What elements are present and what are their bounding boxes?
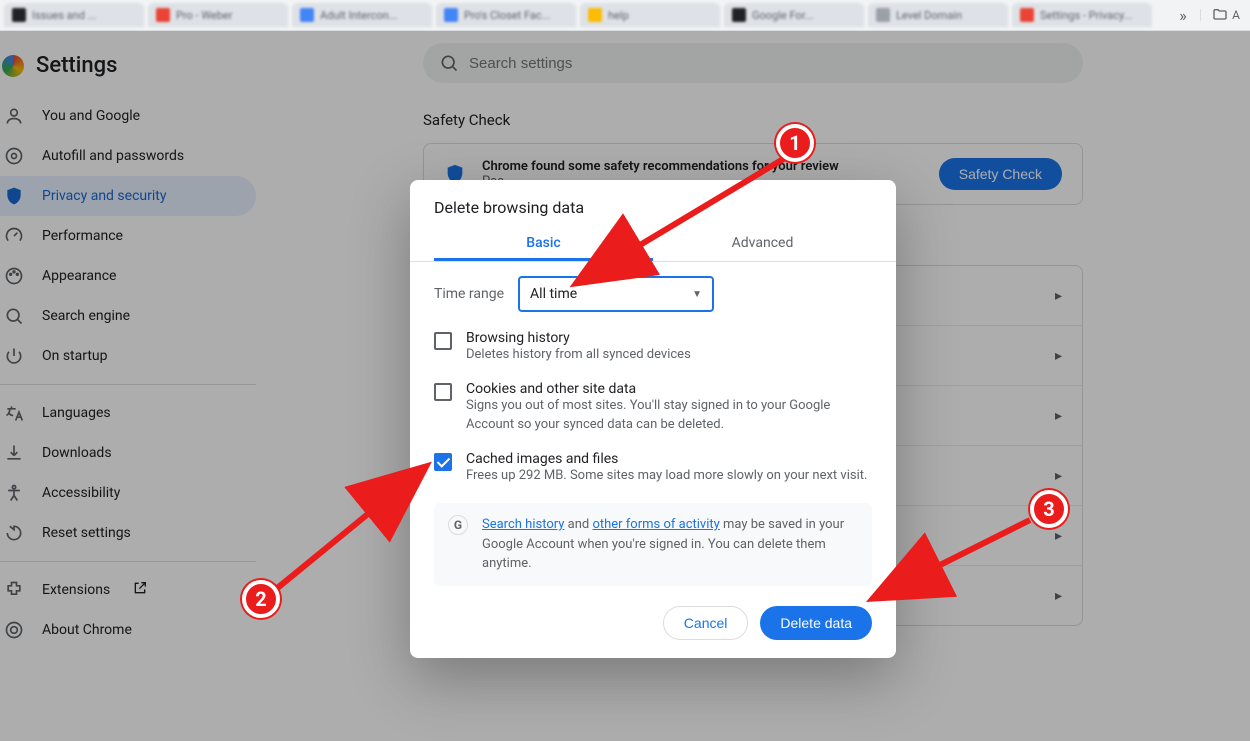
delete-browsing-data-dialog: Delete browsing data Basic Advanced Time…	[410, 180, 896, 658]
favicon-icon	[300, 8, 314, 22]
browser-tab[interactable]: Level Domain	[868, 3, 1008, 27]
delete-data-button[interactable]: Delete data	[760, 606, 872, 640]
annotation-badge-3: 3	[1030, 490, 1068, 528]
tab-basic[interactable]: Basic	[434, 225, 653, 261]
browser-tab[interactable]: Settings - Privacy...	[1012, 3, 1152, 27]
option-title: Cookies and other site data	[466, 381, 872, 397]
browser-tab[interactable]: Pro's Closet Fac...	[436, 3, 576, 27]
option-title: Browsing history	[466, 330, 691, 346]
favicon-icon	[444, 8, 458, 22]
google-logo-icon: G	[448, 515, 468, 535]
checkbox[interactable]	[434, 453, 452, 471]
browser-tab[interactable]: Pro - Weber	[148, 3, 288, 27]
favicon-icon	[156, 8, 170, 22]
favicon-icon	[732, 8, 746, 22]
favicon-icon	[876, 8, 890, 22]
favicon-icon	[588, 8, 602, 22]
clear-option: Browsing history Deletes history from al…	[434, 322, 872, 373]
option-desc: Frees up 292 MB. Some sites may load mor…	[466, 467, 867, 486]
tab-overflow-button[interactable]: »	[1171, 6, 1195, 25]
folder-icon	[1212, 7, 1228, 23]
time-range-label: Time range	[434, 286, 504, 302]
favicon-icon	[12, 8, 26, 22]
checkbox[interactable]	[434, 383, 452, 401]
browser-tab[interactable]: Google For...	[724, 3, 864, 27]
browser-tabstrip: Issues and ... Pro - Weber Adult Interco…	[0, 0, 1250, 31]
tab-advanced[interactable]: Advanced	[653, 225, 872, 261]
time-range-value: All time	[530, 286, 577, 302]
google-account-note: G Search history and other forms of acti…	[434, 503, 872, 586]
cancel-button[interactable]: Cancel	[663, 606, 749, 640]
time-range-select[interactable]: All time ▼	[518, 276, 714, 312]
browser-tab[interactable]: Issues and ...	[4, 3, 144, 27]
option-desc: Signs you out of most sites. You'll stay…	[466, 397, 872, 435]
option-title: Cached images and files	[466, 451, 867, 467]
chevron-down-icon: ▼	[692, 289, 702, 300]
browser-tab[interactable]: help	[580, 3, 720, 27]
clear-option: Cookies and other site data Signs you ou…	[434, 373, 872, 443]
checkbox[interactable]	[434, 332, 452, 350]
annotation-badge-2: 2	[242, 580, 280, 618]
annotation-badge-1: 1	[776, 124, 814, 162]
search-history-link[interactable]: Search history	[482, 517, 564, 532]
option-desc: Deletes history from all synced devices	[466, 346, 691, 365]
bookmarks-folder[interactable]: A	[1206, 7, 1246, 23]
clear-option: Cached images and files Frees up 292 MB.…	[434, 443, 872, 494]
favicon-icon	[1020, 8, 1034, 22]
browser-tab[interactable]: Adult Intercon...	[292, 3, 432, 27]
dialog-title: Delete browsing data	[410, 180, 896, 225]
activity-link[interactable]: other forms of activity	[592, 517, 719, 532]
